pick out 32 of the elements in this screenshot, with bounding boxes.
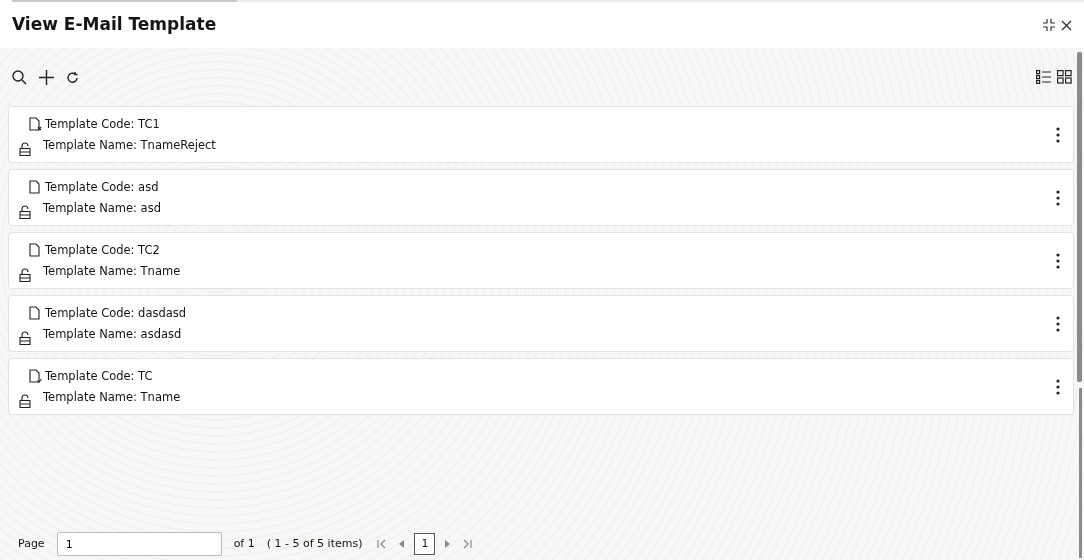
page-count: of 1 <box>233 535 255 552</box>
template-code: Template Code: TC <box>45 367 153 385</box>
collapse-icon[interactable] <box>1043 19 1055 31</box>
page-number-field[interactable]: 1 <box>56 532 222 556</box>
template-code: Template Code: TC2 <box>45 241 160 259</box>
template-code: Template Code: asd <box>45 178 159 196</box>
refresh-icon[interactable] <box>66 70 79 84</box>
template-name: Template Name: asdasd <box>43 325 183 343</box>
template-card[interactable]: Template Code: TC1 Template Name: TnameReject <box>8 106 1074 163</box>
template-card[interactable]: Template Code: TC2 Template Name: Tname <box>8 232 1074 289</box>
items-range: ( 1 - 5 of 5 items) <box>266 535 363 552</box>
last-page-icon[interactable] <box>462 539 473 549</box>
previous-page-icon[interactable] <box>399 540 406 548</box>
template-code: Template Code: dasdasd <box>45 304 187 322</box>
page-label: Page <box>18 535 45 552</box>
add-icon[interactable] <box>39 69 54 85</box>
window-title: View E-Mail Template <box>12 13 217 37</box>
template-card[interactable]: Template Code: dasdasd Template Name: asdasd <box>8 295 1074 352</box>
search-icon[interactable] <box>12 69 27 85</box>
first-page-icon[interactable] <box>377 539 388 549</box>
next-page-icon[interactable] <box>444 540 451 548</box>
current-page-button[interactable]: 1 <box>414 532 436 556</box>
template-name: Template Name: asd <box>43 199 161 217</box>
grid-view-icon[interactable] <box>1057 70 1072 84</box>
template-name: Template Name: Tname <box>43 262 181 280</box>
list-view-icon[interactable] <box>1036 70 1051 84</box>
template-name: Template Name: Tname <box>43 388 181 406</box>
template-card[interactable]: Template Code: TC Template Name: Tname <box>8 358 1074 415</box>
template-code: Template Code: TC1 <box>45 115 160 133</box>
template-name: Template Name: TnameReject <box>43 136 216 154</box>
close-icon[interactable] <box>1061 19 1072 31</box>
template-card[interactable]: Template Code: asd Template Name: asd <box>8 169 1074 226</box>
